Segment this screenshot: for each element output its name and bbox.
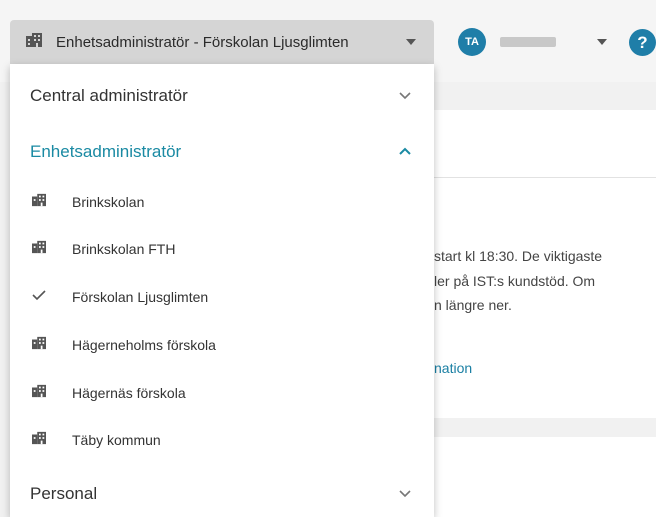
background-text-line: n längre ner. bbox=[434, 297, 512, 313]
menu-group-personal[interactable]: Personal bbox=[10, 466, 434, 517]
avatar[interactable]: TA bbox=[458, 28, 486, 56]
chevron-down-icon bbox=[399, 92, 411, 100]
menu-item-hagerneholms-forskola[interactable]: Hägerneholms förskola bbox=[10, 321, 434, 369]
background-link[interactable]: nation bbox=[434, 360, 472, 376]
chevron-up-icon bbox=[399, 147, 411, 155]
card-divider bbox=[434, 177, 656, 178]
building-icon bbox=[32, 240, 46, 257]
background-lower-card bbox=[434, 437, 656, 517]
help-icon[interactable]: ? bbox=[629, 29, 656, 56]
menu-item-hagernas-forskola[interactable]: Hägernäs förskola bbox=[10, 369, 434, 417]
role-dropdown-menu: Central administratör Enhetsadministratö… bbox=[10, 64, 434, 517]
menu-item-brinkskolan-fth[interactable]: Brinkskolan FTH bbox=[10, 225, 434, 273]
building-icon bbox=[32, 384, 46, 401]
building-icon bbox=[32, 193, 46, 210]
menu-item-label: Hägerneholms förskola bbox=[72, 337, 216, 353]
background-text-line: start kl 18:30. De viktigaste bbox=[434, 248, 603, 264]
building-icon bbox=[32, 336, 46, 353]
menu-group-unit-admin[interactable]: Enhetsadministratör bbox=[10, 124, 434, 180]
role-select-label: Enhetsadministratör - Förskolan Ljusglim… bbox=[56, 33, 349, 51]
menu-item-forskolan-ljusglimten[interactable]: Förskolan Ljusglimten bbox=[10, 273, 434, 321]
menu-group-central-admin[interactable]: Central administratör bbox=[10, 68, 434, 124]
menu-item-label: Brinkskolan bbox=[72, 194, 145, 210]
caret-down-icon bbox=[406, 39, 416, 45]
menu-group-label: Personal bbox=[30, 484, 98, 503]
menu-item-label: Brinkskolan FTH bbox=[72, 241, 176, 257]
building-icon bbox=[26, 32, 42, 52]
background-text-line: ler på IST:s kundstöd. Om bbox=[434, 273, 596, 289]
menu-item-brinkskolan[interactable]: Brinkskolan bbox=[10, 178, 434, 226]
menu-item-label: Täby kommun bbox=[72, 432, 161, 448]
menu-group-label: Enhetsadministratör bbox=[30, 142, 182, 161]
building-icon bbox=[32, 431, 46, 448]
chevron-down-icon bbox=[399, 490, 411, 498]
menu-item-label: Förskolan Ljusglimten bbox=[72, 289, 209, 305]
check-icon bbox=[32, 288, 46, 305]
role-select[interactable]: Enhetsadministratör - Förskolan Ljusglim… bbox=[10, 20, 434, 64]
menu-group-label: Central administratör bbox=[30, 86, 188, 105]
user-menu-caret-icon[interactable] bbox=[597, 39, 607, 45]
username-blurred[interactable] bbox=[500, 37, 556, 47]
menu-item-taby-kommun[interactable]: Täby kommun bbox=[10, 416, 434, 464]
menu-item-label: Hägernäs förskola bbox=[72, 385, 186, 401]
